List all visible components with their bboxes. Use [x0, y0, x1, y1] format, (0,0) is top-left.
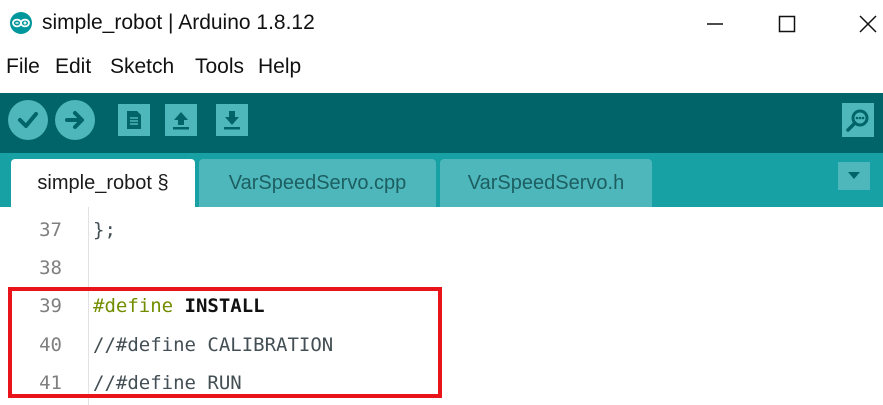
- tab-varspeedservo-h[interactable]: VarSpeedServo.h: [440, 159, 652, 207]
- code-text: };: [93, 219, 116, 241]
- menu-bar: File Edit Sketch Tools Help: [0, 55, 883, 85]
- menu-file[interactable]: File: [6, 55, 40, 79]
- highlight-annotation: [8, 287, 442, 398]
- menu-edit[interactable]: Edit: [55, 55, 91, 79]
- tab-varspeedservo-cpp[interactable]: VarSpeedServo.cpp: [199, 159, 436, 207]
- chevron-down-icon: [848, 172, 860, 179]
- save-icon: [224, 111, 240, 130]
- maximize-icon: [778, 15, 796, 33]
- serial-monitor-icon: [846, 109, 869, 132]
- code-line: 38: [0, 249, 883, 287]
- menu-help[interactable]: Help: [258, 55, 301, 79]
- close-icon: [859, 15, 877, 33]
- arduino-logo-icon: [10, 12, 32, 34]
- line-number: 38: [39, 257, 62, 279]
- save-button[interactable]: [216, 104, 248, 136]
- serial-monitor-button[interactable]: [842, 103, 874, 137]
- close-button[interactable]: [843, 8, 883, 40]
- new-button[interactable]: [118, 104, 150, 136]
- code-line: 37 };: [0, 211, 883, 249]
- upload-icon: [65, 111, 84, 129]
- upload-button[interactable]: [55, 100, 95, 140]
- toolbar: [0, 93, 883, 153]
- open-icon: [173, 112, 189, 130]
- minimize-icon: [707, 23, 723, 25]
- tab-bar: simple_robot § VarSpeedServo.cpp VarSpee…: [0, 153, 883, 207]
- verify-button[interactable]: [8, 100, 48, 140]
- title-bar: simple_robot | Arduino 1.8.12: [0, 0, 883, 48]
- tab-menu-button[interactable]: [838, 162, 870, 190]
- tab-simple-robot[interactable]: simple_robot §: [11, 159, 195, 207]
- open-button[interactable]: [165, 104, 197, 136]
- line-number: 37: [39, 219, 62, 241]
- verify-icon: [18, 112, 38, 128]
- maximize-button[interactable]: [762, 8, 812, 40]
- menu-sketch[interactable]: Sketch: [110, 55, 174, 79]
- menu-tools[interactable]: Tools: [195, 55, 244, 79]
- minimize-button[interactable]: [690, 8, 740, 40]
- new-icon: [127, 111, 141, 129]
- window-title: simple_robot | Arduino 1.8.12: [42, 11, 315, 34]
